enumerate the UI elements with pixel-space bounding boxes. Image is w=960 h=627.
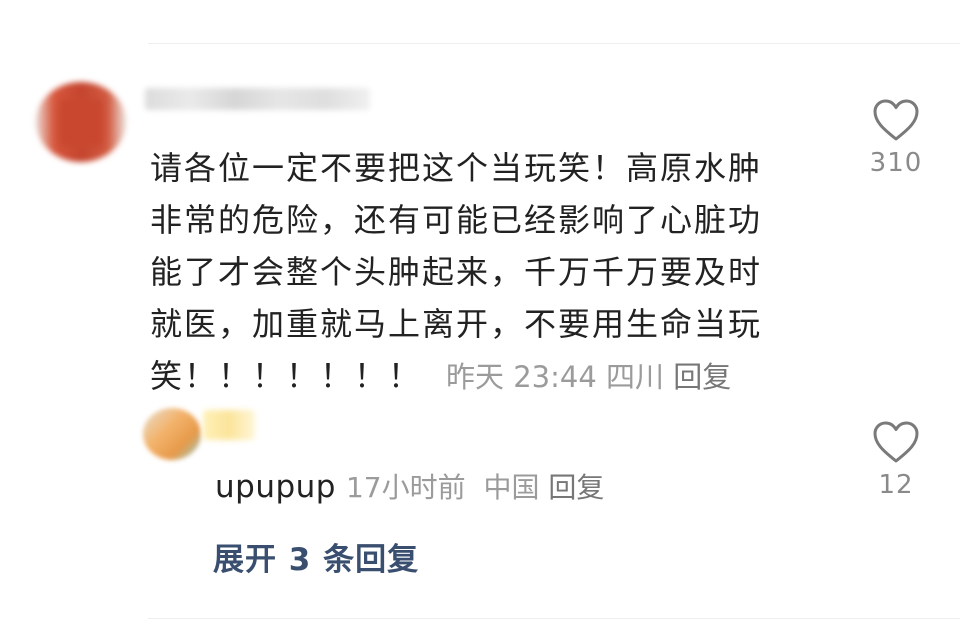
reply-location: 中国 — [483, 471, 540, 504]
comment-like-button[interactable]: 310 — [866, 98, 926, 178]
comment-line-last: 笑！！！！！！！ 昨天 23:44 四川 回复 — [150, 350, 830, 403]
bottom-divider — [148, 618, 960, 619]
comment-line: 非常的危险，还有可能已经影响了心脏功 — [150, 201, 763, 239]
comment-meta: 昨天 23:44 四川 回复 — [446, 360, 731, 394]
commenter-username-blurred[interactable] — [145, 88, 370, 110]
comment-reply-button[interactable]: 回复 — [673, 360, 731, 394]
expand-replies-link[interactable]: 展开 3 条回复 — [213, 534, 419, 579]
comment-time: 昨天 23:44 — [446, 360, 597, 394]
reply-like-button[interactable]: 12 — [866, 420, 926, 500]
comment-line: 就医，加重就马上离开，不要用生命当玩 — [150, 305, 763, 343]
comment-line: 请各位一定不要把这个当玩笑！高原水肿 — [150, 149, 763, 187]
reply-meta: 17小时前 中国 回复 — [346, 471, 604, 504]
top-divider — [148, 43, 960, 44]
reply-time: 17小时前 — [345, 471, 466, 504]
commenter-avatar[interactable] — [36, 82, 126, 162]
comment-body: 请各位一定不要把这个当玩笑！高原水肿 非常的危险，还有可能已经影响了心脏功 能了… — [150, 142, 830, 403]
reply-reply-button[interactable]: 回复 — [548, 471, 604, 504]
reply-like-count: 12 — [878, 470, 914, 500]
reply-username-blurred[interactable] — [203, 410, 255, 440]
reply-text: upupup — [215, 469, 336, 505]
reply-avatar[interactable] — [143, 408, 201, 460]
comment-line: 能了才会整个头肿起来，千万千万要及时 — [150, 253, 763, 291]
comment-location: 四川 — [606, 360, 665, 394]
heart-outline-icon — [873, 421, 919, 463]
heart-outline-icon — [873, 99, 919, 141]
comment-like-count: 310 — [869, 148, 923, 178]
comment-line: 笑！！！！！！！ — [150, 357, 423, 395]
reply-row: upupup 17小时前 中国 回复 — [215, 466, 604, 506]
